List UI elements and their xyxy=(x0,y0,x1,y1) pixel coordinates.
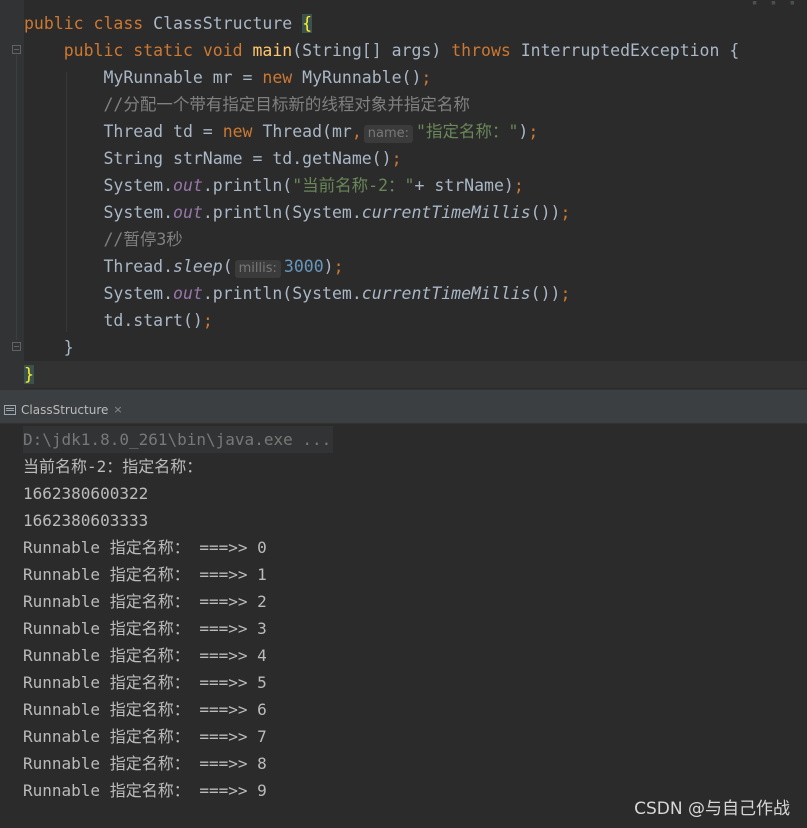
console-output-line: Runnable 指定名称： ===>> 2 xyxy=(23,592,267,611)
run-tab-label: ClassStructure xyxy=(21,402,109,417)
console-output-line: Runnable 指定名称： ===>> 5 xyxy=(23,673,267,692)
code-token: throws xyxy=(451,41,521,60)
code-token: System. xyxy=(24,203,174,222)
code-token: "当前名称-2：" xyxy=(292,176,415,195)
parameter-hint: name: xyxy=(363,125,414,143)
close-icon[interactable]: × xyxy=(113,403,122,416)
run-tab[interactable]: ClassStructure × xyxy=(0,396,131,423)
code-token: , xyxy=(351,122,362,141)
console-command-line[interactable]: D:\jdk1.8.0_261\bin\java.exe ... xyxy=(23,426,334,453)
console-output-line: Runnable 指定名称： ===>> 4 xyxy=(23,646,267,665)
code-line[interactable]: String strName = td.getName(); xyxy=(24,145,807,172)
code-token: public static void xyxy=(63,41,253,60)
code-token: MyRunnable() xyxy=(302,68,422,87)
console-output-line: Runnable 指定名称： ===>> 7 xyxy=(23,727,267,746)
code-token: } xyxy=(24,338,74,357)
code-token: ; xyxy=(560,203,571,222)
code-line[interactable]: System.out.println(System.currentTimeMil… xyxy=(24,280,807,307)
code-line[interactable]: System.out.println(System.currentTimeMil… xyxy=(24,199,807,226)
code-line[interactable]: //暂停3秒 xyxy=(24,226,807,253)
code-token: ; xyxy=(202,311,213,330)
code-token: ; xyxy=(333,257,344,276)
code-token: currentTimeMillis xyxy=(361,284,531,303)
code-token: ClassStructure xyxy=(153,14,303,33)
code-token: ; xyxy=(421,68,432,87)
code-token: Thread(mr xyxy=(262,122,352,141)
editor-top-strip: ▪ ▪ ▪ xyxy=(0,0,807,8)
code-token: ()) xyxy=(530,284,561,303)
code-token: out xyxy=(173,284,203,303)
code-token: 3000 xyxy=(283,257,324,276)
console-output-line: Runnable 指定名称： ===>> 6 xyxy=(23,700,267,719)
code-token: ) xyxy=(323,257,334,276)
code-line[interactable]: Thread td = new Thread(mr, name: "指定名称："); xyxy=(24,118,807,145)
code-line[interactable]: MyRunnable mr = new MyRunnable(); xyxy=(24,64,807,91)
code-token: + strName) xyxy=(414,176,514,195)
code-line[interactable]: } xyxy=(24,334,807,361)
code-token: InterruptedException { xyxy=(520,41,740,60)
window-controls-icon[interactable]: ▪ ▪ ▪ xyxy=(752,0,799,8)
code-line[interactable]: public class ClassStructure { xyxy=(24,10,807,37)
code-token: sleep xyxy=(173,257,223,276)
code-token: { xyxy=(302,14,313,33)
run-tool-window-tabbar: ClassStructure × xyxy=(0,396,807,424)
code-token: ; xyxy=(513,176,524,195)
code-token: (String[] args) xyxy=(292,41,452,60)
console-output-line: Runnable 指定名称： ===>> 3 xyxy=(23,619,267,638)
code-token: out xyxy=(173,203,203,222)
console-output-line: Runnable 指定名称： ===>> 0 xyxy=(23,538,267,557)
code-token: out xyxy=(173,176,203,195)
code-token: Thread td = xyxy=(24,122,223,141)
code-token: .println(System. xyxy=(202,284,362,303)
code-line[interactable]: //分配一个带有指定目标新的线程对象并指定名称 xyxy=(24,91,807,118)
code-token: td.start() xyxy=(24,311,203,330)
code-token: currentTimeMillis xyxy=(361,203,531,222)
code-token: //分配一个带有指定目标新的线程对象并指定名称 xyxy=(103,95,470,114)
code-token: ()) xyxy=(530,203,561,222)
code-token: Thread. xyxy=(24,257,174,276)
code-token: ; xyxy=(391,149,402,168)
code-line[interactable]: td.start(); xyxy=(24,307,807,334)
parameter-hint: millis: xyxy=(234,260,281,278)
run-console[interactable]: D:\jdk1.8.0_261\bin\java.exe ... 当前名称-2：… xyxy=(0,424,807,828)
code-token: } xyxy=(24,365,34,384)
code-token: String strName = td.getName() xyxy=(24,149,392,168)
code-token: ) xyxy=(518,122,529,141)
code-token: new xyxy=(262,68,303,87)
code-line[interactable]: System.out.println("当前名称-2："+ strName); xyxy=(24,172,807,199)
code-token: ; xyxy=(560,284,571,303)
terminal-icon xyxy=(4,404,16,415)
fold-guide xyxy=(16,55,17,340)
fold-marker-icon[interactable] xyxy=(12,45,21,54)
panel-divider[interactable] xyxy=(0,389,807,396)
console-output-line: Runnable 指定名称： ===>> 8 xyxy=(23,754,267,773)
code-token: new xyxy=(222,122,263,141)
code-token: MyRunnable mr = xyxy=(24,68,263,87)
code-line[interactable]: } xyxy=(24,361,807,388)
code-token: main xyxy=(252,41,293,60)
watermark: CSDN @与自己作战 xyxy=(634,799,790,819)
code-line[interactable]: public static void main(String[] args) t… xyxy=(24,37,807,64)
console-output-line: 1662380600322 xyxy=(23,484,149,503)
editor-gutter xyxy=(0,0,24,392)
console-output-line: 1662380603333 xyxy=(23,511,149,530)
code-token: .println( xyxy=(202,176,293,195)
code-token: "指定名称：" xyxy=(416,122,519,141)
console-output-line: Runnable 指定名称： ===>> 9 xyxy=(23,781,267,800)
code-token: System. xyxy=(24,284,174,303)
code-editor[interactable]: ▪ ▪ ▪ public class ClassStructure { publ… xyxy=(0,0,807,392)
code-token: ( xyxy=(222,257,233,276)
code-token: ; xyxy=(528,122,539,141)
console-output-line: 当前名称-2：指定名称： xyxy=(23,457,203,476)
code-token: //暂停3秒 xyxy=(103,230,183,249)
code-line[interactable]: Thread.sleep(millis: 3000); xyxy=(24,253,807,280)
fold-marker-icon[interactable] xyxy=(12,342,21,351)
code-token: .println(System. xyxy=(202,203,362,222)
console-output-line: Runnable 指定名称： ===>> 1 xyxy=(23,565,267,584)
code-token: System. xyxy=(24,176,174,195)
code-token: public class xyxy=(24,14,154,33)
